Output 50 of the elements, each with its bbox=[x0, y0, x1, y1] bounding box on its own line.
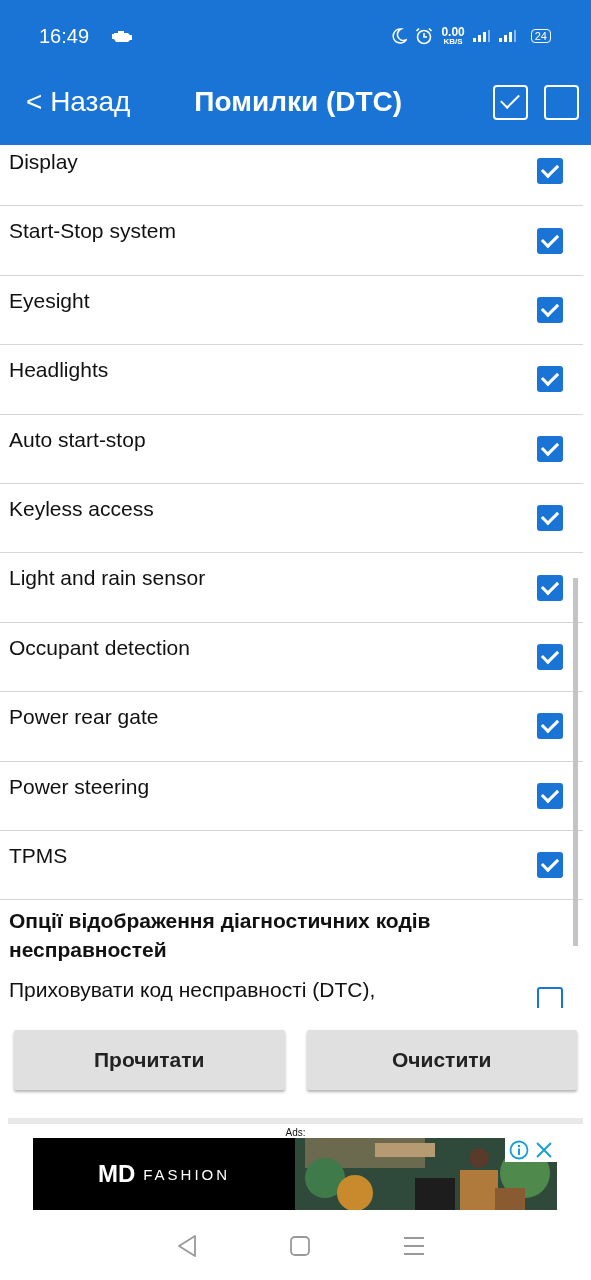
clear-button[interactable]: Очистити bbox=[306, 1030, 577, 1090]
item-label: Power rear gate bbox=[9, 705, 159, 730]
read-button[interactable]: Прочитати bbox=[14, 1030, 285, 1090]
ad-banner[interactable]: MD FASHION bbox=[33, 1138, 295, 1210]
select-all-checkbox[interactable] bbox=[493, 84, 528, 120]
select-none-checkbox[interactable] bbox=[544, 84, 579, 120]
engine-icon bbox=[111, 30, 134, 42]
checkbox[interactable] bbox=[537, 643, 563, 670]
checkbox[interactable] bbox=[537, 852, 563, 879]
battery-indicator: 24 bbox=[530, 29, 551, 43]
clock-time: 16:49 bbox=[39, 24, 90, 48]
item-label: Display bbox=[9, 150, 78, 174]
checkbox[interactable] bbox=[537, 227, 563, 254]
item-label: Occupant detection bbox=[9, 635, 190, 660]
alarm-icon bbox=[415, 27, 434, 45]
brand-logo-text: FASHION bbox=[143, 1165, 231, 1183]
ads-label: Ads: bbox=[284, 1127, 307, 1138]
scrollbar[interactable] bbox=[573, 578, 578, 946]
signal-icon bbox=[498, 30, 517, 42]
item-label: TPMS bbox=[9, 843, 68, 868]
item-label: Headlights bbox=[9, 358, 109, 383]
checkbox[interactable] bbox=[537, 158, 563, 185]
section-heading: Опції відображення діагностичних кодів несправностей bbox=[8, 908, 432, 964]
brand-logo-text: MD bbox=[97, 1160, 136, 1188]
checkbox[interactable] bbox=[537, 366, 563, 393]
item-label: Eyesight bbox=[9, 288, 90, 313]
checkbox[interactable] bbox=[537, 782, 563, 809]
menu-icon[interactable] bbox=[402, 1236, 425, 1256]
back-nav-icon[interactable] bbox=[176, 1234, 199, 1258]
checkbox[interactable] bbox=[537, 987, 563, 1008]
item-label: Keyless access bbox=[9, 496, 154, 521]
checkbox[interactable] bbox=[537, 505, 563, 532]
item-label: Light and rain sensor bbox=[9, 566, 206, 591]
item-label: Start-Stop system bbox=[9, 219, 176, 244]
screen-title: Помилки (DTC) bbox=[194, 86, 404, 118]
signal-icon bbox=[472, 30, 491, 42]
checkbox[interactable] bbox=[537, 574, 563, 601]
info-icon[interactable] bbox=[509, 1140, 529, 1160]
item-label: Power steering bbox=[9, 774, 150, 799]
checkbox[interactable] bbox=[537, 296, 563, 323]
checkbox[interactable] bbox=[537, 435, 563, 462]
close-icon[interactable] bbox=[535, 1141, 553, 1159]
option-label: Приховувати код несправності (DTC), bbox=[9, 978, 376, 1003]
back-link[interactable]: < Назад bbox=[26, 86, 131, 118]
network-speed: 0.00 bbox=[441, 26, 465, 38]
moon-icon bbox=[391, 28, 408, 44]
checkbox[interactable] bbox=[537, 713, 563, 740]
speed-unit: KB/S bbox=[443, 38, 463, 46]
home-nav-icon[interactable] bbox=[290, 1236, 311, 1256]
item-label: Auto start-stop bbox=[9, 427, 146, 452]
